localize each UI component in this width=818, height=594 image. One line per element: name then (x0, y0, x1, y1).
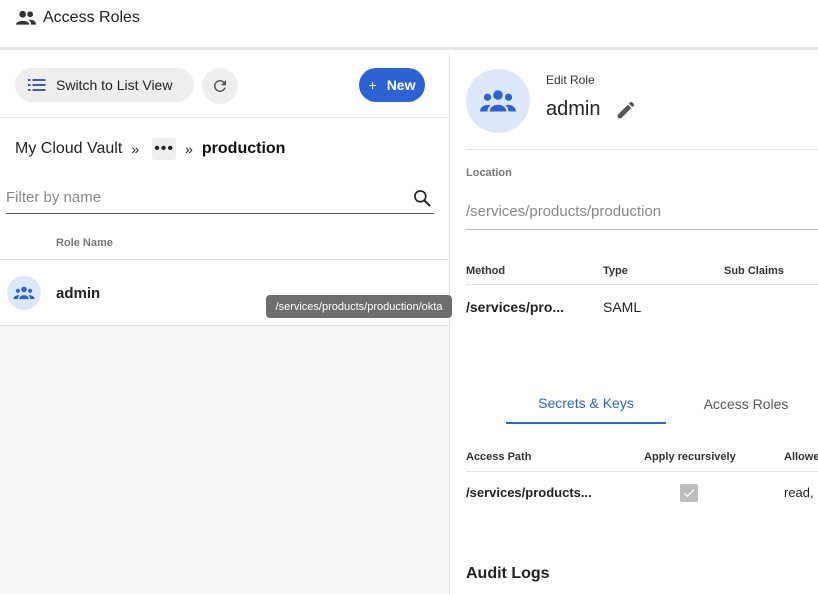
breadcrumb-more-button[interactable]: ••• (152, 138, 177, 160)
role-avatar (7, 276, 41, 310)
navigation-area: My Cloud Vault » ••• » production Role N… (0, 118, 449, 259)
refresh-button[interactable] (202, 68, 238, 104)
switch-to-list-view-label: Switch to List View (56, 77, 173, 93)
location-label: Location (466, 167, 512, 179)
role-title: admin (546, 98, 601, 120)
search-icon[interactable] (412, 188, 432, 208)
role-name: admin (56, 285, 101, 302)
pencil-icon[interactable] (615, 99, 637, 121)
people-icon (16, 10, 36, 25)
plus-icon: + (368, 77, 377, 93)
breadcrumb-current: production (201, 140, 286, 157)
breadcrumb-separator-icon: » (131, 141, 140, 157)
breadcrumb-root[interactable]: My Cloud Vault (15, 140, 122, 158)
roles-list-panel: Switch to List View + New My Cloud Vault… (0, 53, 450, 594)
new-role-button[interactable]: + New (359, 68, 425, 102)
detail-tabs: Secrets & Keys Access Roles (506, 383, 818, 424)
column-header-sub-claims: Sub Claims (724, 265, 784, 277)
header-divider (466, 149, 818, 150)
column-header-method: Method (466, 265, 506, 277)
check-icon (683, 489, 695, 498)
location-field: /services/products/production (466, 203, 818, 230)
group-icon (13, 286, 35, 300)
new-role-label: New (386, 77, 416, 93)
filter-input[interactable] (6, 189, 412, 206)
list-toolbar: Switch to List View + New (0, 53, 449, 118)
edit-role-label: Edit Role (546, 73, 595, 87)
breadcrumb: My Cloud Vault » ••• » production (15, 138, 285, 160)
role-avatar-large (466, 69, 530, 133)
filter-field (6, 182, 434, 214)
list-icon (28, 79, 46, 91)
methods-divider (466, 284, 818, 285)
method-type: SAML (603, 299, 642, 315)
access-path[interactable]: /services/products... (466, 485, 592, 500)
breadcrumb-separator-icon: » (185, 141, 193, 157)
apply-recursively-checkbox[interactable] (680, 484, 698, 502)
column-header-allowed: Allowe (784, 451, 818, 463)
audit-logs-title: Audit Logs (466, 565, 550, 582)
secrets-divider (466, 471, 818, 472)
allowed-capabilities: read, (784, 485, 814, 500)
top-bar: Access Roles (0, 0, 818, 50)
column-header-access-path: Access Path (466, 451, 532, 463)
path-tooltip: /services/products/production/okta (266, 295, 452, 318)
group-icon (480, 90, 516, 112)
method-path[interactable]: /services/pro... (466, 299, 564, 315)
refresh-icon (213, 79, 226, 92)
tab-secrets-keys[interactable]: Secrets & Keys (506, 383, 666, 424)
column-header-apply-recursively: Apply recursively (644, 451, 736, 463)
page-title: Access Roles (43, 9, 140, 26)
column-header-role-name[interactable]: Role Name (56, 237, 113, 249)
column-header-type: Type (603, 265, 628, 277)
switch-to-list-view-button[interactable]: Switch to List View (15, 68, 194, 102)
role-detail-panel: Edit Role admin Location /services/produ… (451, 53, 818, 594)
tab-access-roles[interactable]: Access Roles (666, 383, 818, 424)
